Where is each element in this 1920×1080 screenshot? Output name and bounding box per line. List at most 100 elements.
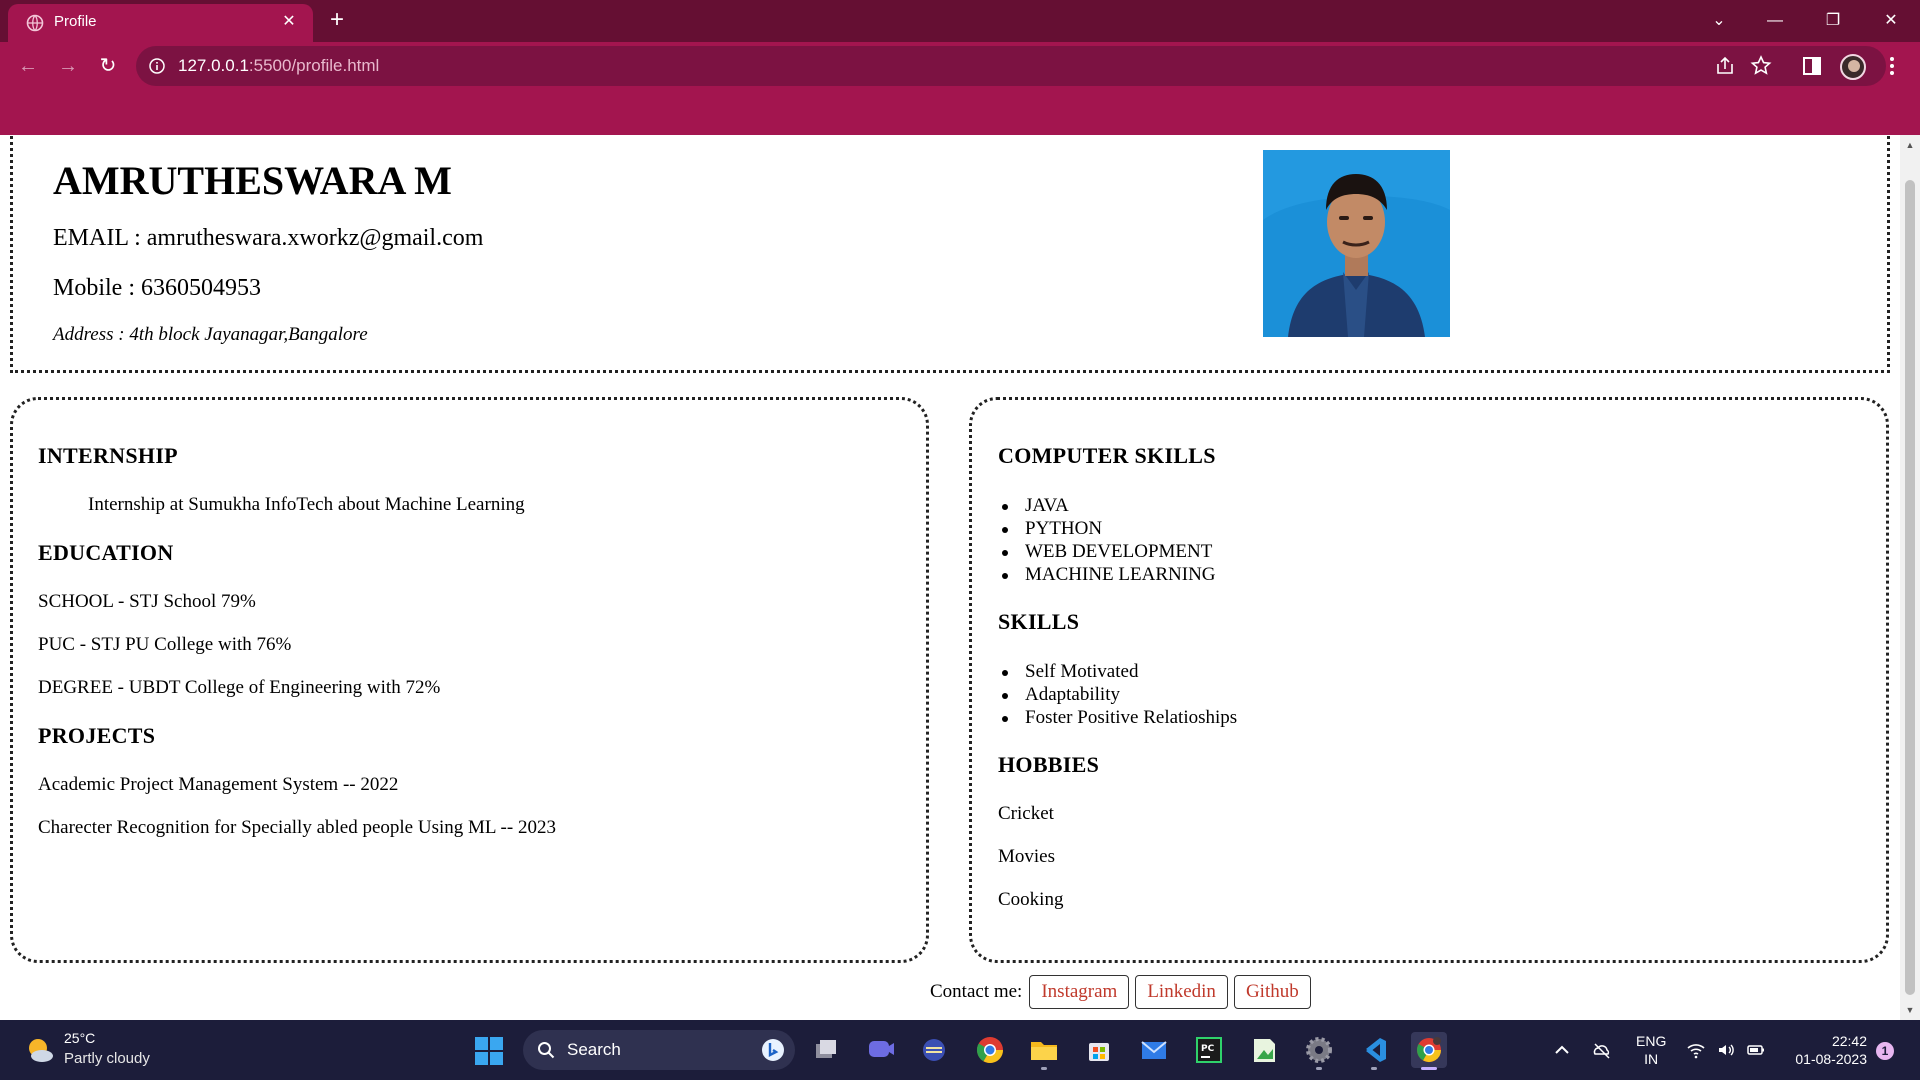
skills-card: COMPUTER SKILLS JAVA PYTHON WEB DEVELOPM… [969,397,1889,963]
control-panel-icon[interactable] [916,1032,952,1068]
list-item: WEB DEVELOPMENT [998,540,1216,563]
new-tab-icon[interactable]: + [324,8,350,34]
forward-arrow-icon[interactable]: → [54,52,82,80]
list-item: PYTHON [998,517,1216,540]
chrome-profile-icon[interactable] [1411,1032,1447,1070]
running-indicator [1371,1067,1377,1070]
close-window-icon[interactable]: ✕ [1876,6,1906,36]
share-icon[interactable] [1713,54,1737,78]
profile-address: Address : 4th block Jayanagar,Bangalore [53,324,368,345]
weather-temperature: 25°C [64,1030,96,1046]
profile-email: EMAIL : amrutheswara.xworkz@gmail.com [53,225,484,251]
profile-name: AMRUTHESWARA M [53,158,452,203]
browser-strip [0,90,1920,135]
system-clock[interactable]: 22:42 01-08-2023 [1785,1032,1867,1068]
running-indicator [1041,1067,1047,1070]
page-scrollbar[interactable]: ▲ ▼ [1900,135,1920,1020]
globe-icon [26,14,44,32]
profile-avatar[interactable] [1840,54,1866,80]
url-path: :5500/profile.html [248,56,380,75]
profile-photo [1263,150,1450,337]
search-icon [538,1042,555,1059]
pycharm-icon[interactable]: PC [1191,1032,1227,1068]
windows-taskbar: 25°C Partly cloudy Search PC ENG IN 22:4… [0,1020,1920,1080]
side-panel-icon[interactable] [1798,52,1826,80]
list-item: Self Motivated [998,660,1237,683]
teams-chat-icon[interactable] [862,1032,898,1068]
linkedin-link[interactable]: Linkedin [1135,975,1228,1009]
scroll-up-icon[interactable]: ▲ [1904,139,1916,151]
project-item: Charecter Recognition for Specially able… [38,817,556,838]
list-item: MACHINE LEARNING [998,563,1216,586]
region-code: IN [1644,1051,1659,1067]
browser-toolbar: ← → ↻ 127.0.0.1:5500/profile.html [0,42,1920,90]
browser-tab-profile[interactable]: Profile ✕ [8,4,313,42]
taskbar-search[interactable]: Search [523,1030,795,1070]
restore-icon[interactable]: ❐ [1818,6,1848,36]
vscode-icon[interactable] [1356,1032,1392,1070]
more-menu-icon[interactable] [1878,52,1906,80]
site-info-icon[interactable] [148,57,166,75]
file-explorer-icon[interactable] [1026,1032,1062,1070]
bookmark-star-icon[interactable] [1749,54,1773,78]
page-viewport: AMRUTHESWARA M EMAIL : amrutheswara.xwor… [0,135,1900,1020]
instagram-link[interactable]: Instagram [1029,975,1130,1009]
bing-icon[interactable] [761,1038,785,1062]
speaker-icon[interactable] [1716,1040,1736,1060]
tab-title: Profile [54,13,97,30]
url-text: 127.0.0.1:5500/profile.html [178,56,379,76]
list-item: JAVA [998,494,1216,517]
active-indicator [1421,1067,1437,1070]
profile-mobile: Mobile : 6360504953 [53,275,261,301]
list-item: Adaptability [998,683,1237,706]
profile-header: AMRUTHESWARA M EMAIL : amrutheswara.xwor… [10,135,1890,373]
internship-heading: INTERNSHIP [38,443,178,468]
settings-gear-icon[interactable] [1301,1032,1337,1070]
education-degree: DEGREE - UBDT College of Engineering wit… [38,677,441,698]
hobby-item: Movies [998,846,1055,867]
mail-icon[interactable] [1136,1032,1172,1068]
hobbies-heading: HOBBIES [998,752,1100,777]
clock-time: 22:42 [1831,1033,1867,1049]
scroll-down-icon[interactable]: ▼ [1904,1004,1916,1016]
education-heading: EDUCATION [38,540,174,565]
search-label: Search [567,1040,621,1059]
minimize-icon[interactable]: — [1760,6,1790,36]
scroll-thumb[interactable] [1905,180,1915,995]
skills-heading: SKILLS [998,609,1080,634]
notification-badge[interactable]: 1 [1876,1042,1894,1060]
back-arrow-icon[interactable]: ← [14,52,42,80]
reload-icon[interactable]: ↻ [94,52,122,80]
battery-icon[interactable] [1746,1040,1766,1060]
wifi-icon[interactable] [1686,1040,1706,1060]
address-bar[interactable]: 127.0.0.1:5500/profile.html [136,46,1886,86]
url-host: 127.0.0.1 [178,56,249,75]
task-view-icon[interactable] [808,1032,844,1068]
browser-tab-bar: Profile ✕ + ⌄ — ❐ ✕ [0,0,1920,42]
running-indicator [1316,1067,1322,1070]
hobby-item: Cricket [998,803,1054,824]
computer-skills-list: JAVA PYTHON WEB DEVELOPMENT MACHINE LEAR… [998,494,1216,586]
github-link[interactable]: Github [1233,975,1311,1009]
weather-description: Partly cloudy [64,1050,150,1067]
svg-text:PC: PC [1201,1044,1215,1054]
language-code: ENG [1636,1033,1667,1049]
internship-text: Internship at Sumukha InfoTech about Mac… [88,494,525,515]
project-item: Academic Project Management System -- 20… [38,774,399,795]
chevron-up-icon[interactable] [1552,1040,1572,1060]
education-school: SCHOOL - STJ School 79% [38,591,256,612]
microsoft-store-icon[interactable] [1081,1032,1117,1068]
close-tab-icon[interactable]: ✕ [278,11,300,33]
chrome-icon[interactable] [972,1032,1008,1068]
spreadsheet-app-icon[interactable] [1246,1032,1282,1068]
language-indicator[interactable]: ENG IN [1636,1032,1666,1068]
hobby-item: Cooking [998,889,1064,910]
onedrive-offline-icon[interactable] [1592,1040,1612,1060]
tab-search-chevron-icon[interactable]: ⌄ [1704,6,1734,36]
clock-date: 01-08-2023 [1795,1051,1867,1067]
skills-list: Self Motivated Adaptability Foster Posit… [998,660,1237,729]
projects-heading: PROJECTS [38,723,156,748]
weather-sun-cloud-icon[interactable] [24,1034,56,1066]
education-card: INTERNSHIP Internship at Sumukha InfoTec… [10,397,929,963]
windows-start-icon[interactable] [474,1036,504,1066]
